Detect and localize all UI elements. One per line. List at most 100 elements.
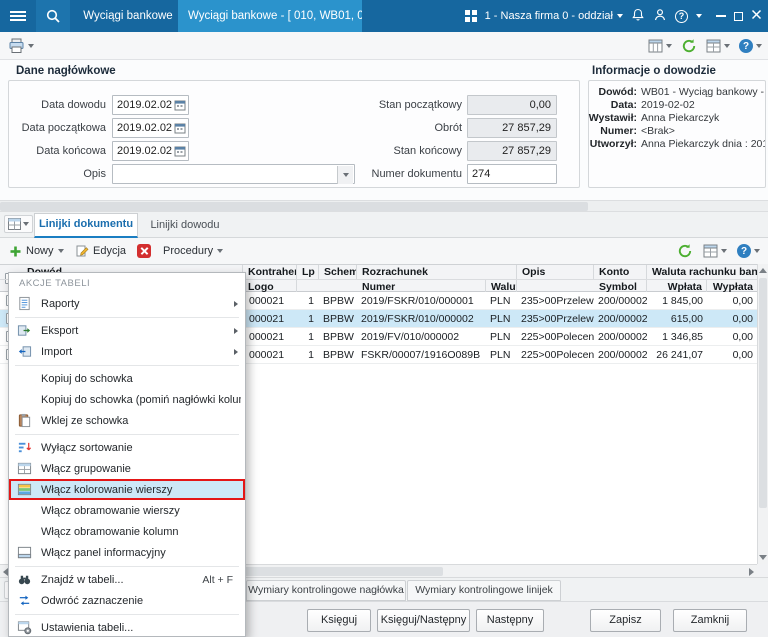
calendar-icon[interactable] [174,145,186,157]
column-header-rozrachunek[interactable]: Rozrachunek [357,265,517,279]
plus-icon [9,245,22,258]
scroll-down-arrow[interactable] [759,555,767,560]
menu-item-wlacz-panel-informacyjny[interactable]: Włącz panel informacyjny [9,542,245,563]
label-obrot: Obrót [348,122,462,134]
invert-selection-icon [15,593,33,609]
calendar-icon[interactable] [174,99,186,111]
label-data-dowodu: Data dowodu [8,99,106,111]
menu-item-wlacz-obramowanie-kolumn[interactable]: Włącz obramowanie kolumn [9,521,245,542]
menu-item-wlacz-grupowanie[interactable]: Włącz grupowanie [9,458,245,479]
hamburger-menu-icon[interactable] [0,0,36,32]
menu-separator [15,614,239,615]
table-menu-button[interactable] [4,215,33,233]
edit-button[interactable]: Edycja [70,241,131,261]
chevron-down-icon [666,44,672,48]
grouping-icon [15,461,33,477]
sort-off-icon [15,440,33,456]
table-icon [703,244,718,258]
table-toolbar: Nowy Edycja Procedury ? [0,238,768,264]
menu-item-eksport[interactable]: Eksport [9,320,245,341]
menu-item-wylacz-sortowanie[interactable]: Wyłącz sortowanie [9,437,245,458]
chevron-down-icon [754,249,760,253]
chevron-down-icon [721,249,727,253]
menu-item-kopiuj-do-schowka-pomin-naglowki[interactable]: Kopiuj do schowka (pomiń nagłówki kolumn… [9,389,245,410]
menu-item-raporty[interactable]: Raporty [9,293,245,314]
column-header-kontrahent[interactable]: Kontrahent [243,265,297,279]
column-header-konto[interactable]: Konto [594,265,647,279]
refresh-icon [681,38,697,54]
column-header-opis[interactable]: Opis [517,265,594,279]
menu-item-ustawienia-tabeli[interactable]: Ustawienia tabeli... [9,617,245,637]
vertical-scrollbar[interactable] [757,264,768,564]
stan-poczatkowy-field [467,95,557,115]
menu-item-import[interactable]: Import [9,341,245,362]
paste-icon [15,413,33,429]
menu-item-kopiuj-do-schowka[interactable]: Kopiuj do schowka [9,368,245,389]
tab-linijki-dokumentu[interactable]: Linijki dokumentu [34,213,138,238]
column-header-waluta-rachunku[interactable]: Waluta rachunku bank [647,265,757,279]
print-button[interactable] [8,38,34,54]
minimize-button[interactable] [716,15,726,17]
user-icon[interactable] [653,8,667,25]
tab-wymiary-kontrolingowe-naglowka[interactable]: Wymiary kontrolingowe nagłówka [246,580,406,601]
scrollbar-thumb[interactable] [759,278,767,508]
menu-item-wlacz-kolorowanie-wierszy[interactable]: Włącz kolorowanie wierszy [9,479,245,500]
zapisz-button[interactable]: Zapisz [590,609,661,632]
tab-wymiary-kontrolingowe-linijek[interactable]: Wymiary kontrolingowe linijek [407,580,561,601]
view-settings-button[interactable] [648,39,672,53]
notifications-bell-icon[interactable] [631,8,645,25]
company-selector[interactable]: 1 - Nasza firma 0 - oddział [485,10,623,22]
table-layout-button[interactable] [703,244,727,258]
menu-item-wklej-ze-schowka[interactable]: Wklej ze schowka [9,410,245,431]
help-icon[interactable]: ? [675,10,688,23]
menu-item-odwroc-zaznaczenie[interactable]: Odwróć zaznaczenie [9,590,245,611]
close-button[interactable] [751,9,762,23]
info-panel-icon [15,545,33,561]
numer-dokumentu-input[interactable] [467,164,557,184]
column-header-schemat[interactable]: Schemat [319,265,357,279]
menu-item-znajdz-w-tabeli[interactable]: Znajdź w tabeli... Alt + F [9,569,245,590]
scrollbar-thumb[interactable] [0,202,588,211]
row-coloring-icon [15,482,33,498]
chevron-down-icon [756,44,762,48]
menu-separator [15,566,239,567]
info-value-dowod: WB01 - Wyciąg bankowy - 01 [641,86,765,98]
submenu-arrow-icon [234,349,238,355]
search-icon[interactable] [36,0,70,32]
chevron-down-icon [58,249,64,253]
ksieguj-nastepny-button[interactable]: Księguj/Następny [377,609,470,632]
help-menu-button[interactable]: ? [739,39,762,53]
column-header-lp[interactable]: Lp [297,265,319,279]
table-layout-button[interactable] [706,39,730,53]
delete-button[interactable] [132,241,156,261]
help-chevron-icon [696,14,702,18]
info-value-data: 2019-02-02 [641,99,765,111]
label-data-poczatkowa: Data początkowa [8,122,106,134]
chevron-down-icon [617,14,623,18]
new-button[interactable]: Nowy [4,241,69,261]
ksieguj-button[interactable]: Księguj [307,609,371,632]
menu-item-wlacz-obramowanie-wierszy[interactable]: Włącz obramowanie wierszy [9,500,245,521]
horizontal-splitter-scrollbar[interactable] [0,200,768,212]
zamknij-button[interactable]: Zamknij [673,609,747,632]
scroll-right-arrow[interactable] [749,568,754,576]
refresh-button[interactable] [681,38,697,54]
apps-grid-icon[interactable] [465,10,477,22]
tab-wyciagi-bankowe-active[interactable]: Wyciągi bankowe - [ 010, WB01, 0 [178,0,362,32]
chevron-down-icon [217,249,223,253]
refresh-table-button[interactable] [677,243,693,259]
procedures-button-label: Procedury [163,245,213,257]
table-context-menu: AKCJE TABELI Raporty Eksport Import Kopi… [8,272,246,637]
scroll-up-arrow[interactable] [759,268,767,273]
opis-combobox[interactable] [112,164,355,184]
tab-linijki-dowodu[interactable]: Linijki dowodu [140,213,230,238]
procedures-button[interactable]: Procedury [158,241,228,261]
maximize-button[interactable] [734,12,743,21]
layout-icon [648,39,663,53]
calendar-icon[interactable] [174,122,186,134]
tab-wyciagi-bankowe[interactable]: Wyciągi bankowe [80,0,176,32]
menu-separator [15,317,239,318]
help-menu-button[interactable]: ? [737,244,760,258]
info-value-numer: <Brak> [641,125,765,137]
nastepny-button[interactable]: Następny [476,609,544,632]
